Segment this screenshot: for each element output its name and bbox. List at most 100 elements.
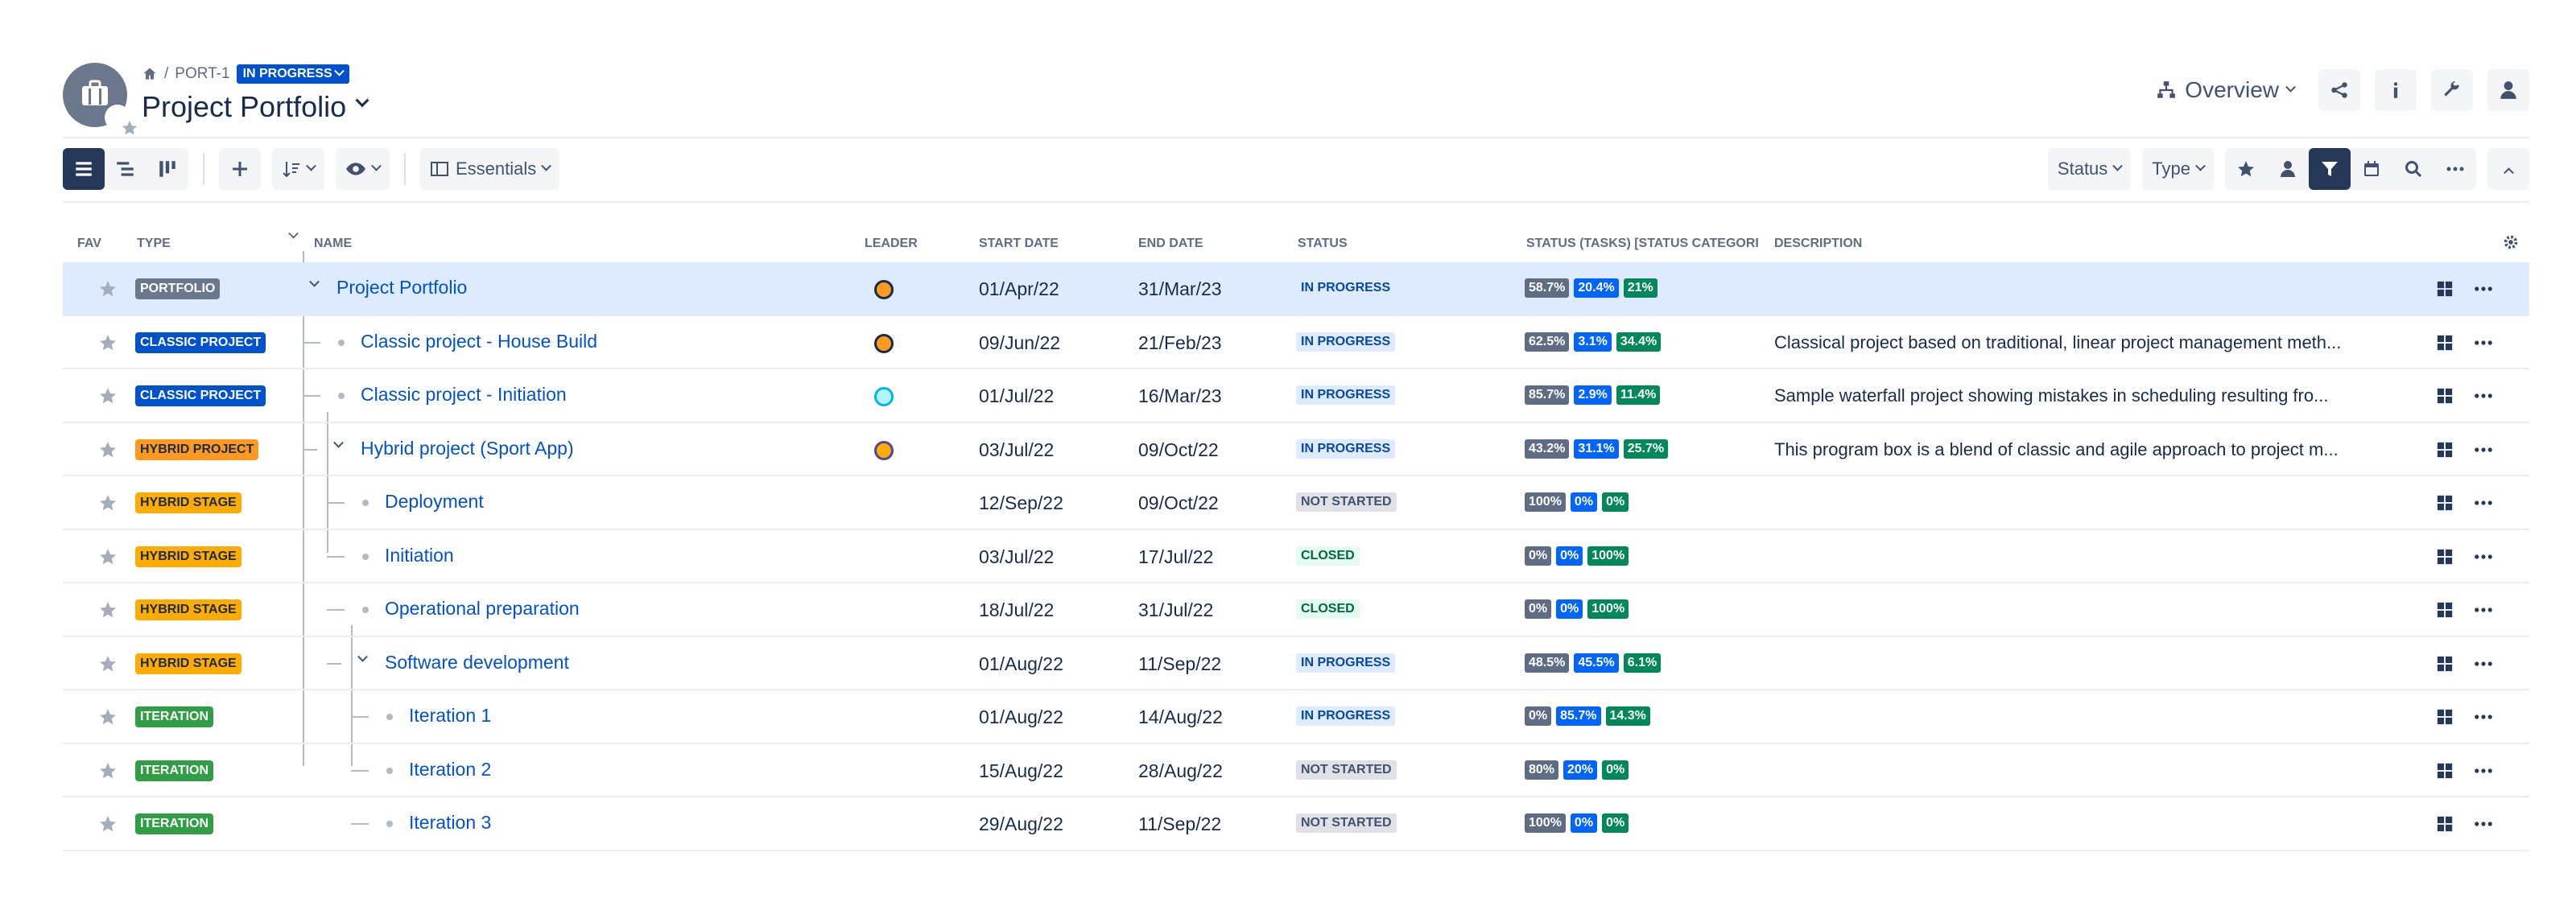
status-lozenge[interactable]: IN PROGRESS: [1296, 653, 1396, 673]
table-row[interactable]: HYBRID STAGE Software development 01/Aug/2…: [63, 637, 2529, 690]
item-name-link[interactable]: Iteration 2: [409, 759, 491, 780]
leader-avatar[interactable]: [874, 333, 894, 353]
item-name-link[interactable]: Iteration 3: [409, 812, 491, 834]
grid-view-icon[interactable]: [2436, 548, 2454, 570]
column-leader[interactable]: LEADER: [865, 237, 918, 251]
more-icon[interactable]: [2473, 762, 2494, 784]
item-name-link[interactable]: Classic project - House Build: [361, 331, 597, 352]
tree-view-button[interactable]: [105, 148, 147, 190]
status-lozenge[interactable]: NOT STARTED: [1296, 813, 1397, 833]
more-icon[interactable]: [2473, 548, 2494, 570]
table-row[interactable]: ITERATION Iteration 2 15/Aug/22 28/Aug/22 NO…: [63, 744, 2529, 797]
table-row[interactable]: HYBRID STAGE Operational preparation 18/Ju…: [63, 583, 2529, 637]
favorite-star-icon[interactable]: [98, 440, 118, 463]
user-button[interactable]: [2487, 69, 2529, 111]
status-lozenge[interactable]: IN PROGRESS: [1296, 332, 1396, 352]
table-row[interactable]: HYBRID STAGE Initiation 03/Jul/22 17/Jul/22…: [63, 530, 2529, 583]
grid-view-icon[interactable]: [2436, 280, 2454, 302]
status-filter[interactable]: Status: [2047, 148, 2132, 190]
more-icon[interactable]: [2473, 387, 2494, 409]
status-lozenge[interactable]: CLOSED: [1296, 599, 1360, 619]
column-description[interactable]: DESCRIPTION: [1774, 237, 1862, 251]
page-title[interactable]: Project Portfolio: [142, 90, 369, 124]
grid-view-icon[interactable]: [2436, 494, 2454, 516]
status-lozenge[interactable]: IN PROGRESS: [1296, 385, 1396, 405]
filter-button[interactable]: [2309, 148, 2351, 190]
favorite-star-icon[interactable]: [98, 386, 118, 410]
more-icon[interactable]: [2473, 708, 2494, 730]
column-fav[interactable]: FAV: [77, 237, 101, 251]
leader-avatar[interactable]: [874, 280, 894, 299]
expand-chevron-icon[interactable]: [333, 437, 344, 448]
grid-view-icon[interactable]: [2436, 655, 2454, 677]
status-lozenge[interactable]: IN PROGRESS: [1296, 278, 1396, 298]
leader-avatar[interactable]: [874, 440, 894, 460]
more-icon[interactable]: [2473, 655, 2494, 677]
item-name-link[interactable]: Initiation: [385, 545, 454, 566]
table-row[interactable]: CLASSIC PROJECT Classic project - House B…: [63, 316, 2529, 369]
column-end-date[interactable]: END DATE: [1138, 237, 1203, 251]
project-avatar[interactable]: [63, 63, 138, 135]
status-lozenge[interactable]: NOT STARTED: [1296, 760, 1397, 780]
grid-view-icon[interactable]: [2436, 601, 2454, 623]
table-row[interactable]: PORTFOLIO Project Portfolio 01/Apr/22 31/Ma…: [63, 262, 2529, 316]
item-name-link[interactable]: Hybrid project (Sport App): [361, 438, 574, 459]
star-icon[interactable]: [105, 105, 138, 135]
grid-view-icon[interactable]: [2436, 708, 2454, 730]
more-icon[interactable]: [2473, 334, 2494, 356]
grid-view-icon[interactable]: [2436, 762, 2454, 784]
more-options-button[interactable]: [2434, 148, 2476, 190]
my-items-filter-button[interactable]: [2267, 148, 2309, 190]
more-icon[interactable]: [2473, 601, 2494, 623]
status-badge[interactable]: IN PROGRESS: [236, 64, 349, 84]
favorite-star-icon[interactable]: [98, 493, 118, 517]
favorite-star-icon[interactable]: [98, 707, 118, 731]
column-name[interactable]: NAME: [314, 237, 352, 251]
more-icon[interactable]: [2473, 441, 2494, 463]
item-name-link[interactable]: Deployment: [385, 491, 484, 513]
type-filter[interactable]: Type: [2142, 148, 2214, 190]
item-name-link[interactable]: Software development: [385, 652, 569, 673]
status-lozenge[interactable]: IN PROGRESS: [1296, 439, 1396, 459]
more-icon[interactable]: [2473, 494, 2494, 516]
collapse-all-icon[interactable]: [288, 228, 299, 239]
column-status-tasks[interactable]: STATUS (TASKS) [STATUS CATEGORIES: [1526, 237, 1760, 251]
grid-view-icon[interactable]: [2436, 441, 2454, 463]
favorite-star-icon[interactable]: [98, 600, 118, 624]
favorite-star-icon[interactable]: [98, 814, 118, 838]
more-icon[interactable]: [2473, 280, 2494, 302]
status-lozenge[interactable]: CLOSED: [1296, 546, 1360, 566]
favorites-filter-button[interactable]: [2225, 148, 2267, 190]
status-lozenge[interactable]: IN PROGRESS: [1296, 706, 1396, 726]
item-name-link[interactable]: Operational preparation: [385, 598, 580, 620]
column-status[interactable]: STATUS: [1298, 237, 1348, 251]
table-row[interactable]: HYBRID PROJECT Hybrid project (Sport App)…: [63, 423, 2529, 476]
expand-chevron-icon[interactable]: [357, 651, 368, 662]
item-name-link[interactable]: Classic project - Initiation: [361, 384, 567, 406]
item-name-link[interactable]: Iteration 1: [409, 705, 491, 727]
collapse-toolbar-button[interactable]: [2487, 148, 2529, 190]
search-button[interactable]: [2392, 148, 2434, 190]
favorite-star-icon[interactable]: [98, 333, 118, 356]
grid-view-icon[interactable]: [2436, 815, 2454, 837]
board-view-button[interactable]: [147, 148, 188, 190]
favorite-star-icon[interactable]: [98, 547, 118, 570]
overview-button[interactable]: Overview: [2146, 69, 2304, 111]
info-button[interactable]: [2375, 69, 2417, 111]
grid-view-icon[interactable]: [2436, 387, 2454, 409]
column-start-date[interactable]: START DATE: [979, 237, 1059, 251]
table-row[interactable]: HYBRID STAGE Deployment 12/Sep/22 09/Oct/22…: [63, 476, 2529, 530]
add-button[interactable]: [219, 148, 261, 190]
column-settings-button[interactable]: [2502, 233, 2520, 255]
table-row[interactable]: ITERATION Iteration 1 01/Aug/22 14/Aug/22 IN…: [63, 690, 2529, 744]
favorite-star-icon[interactable]: [98, 279, 118, 303]
item-name-link[interactable]: Project Portfolio: [336, 277, 467, 299]
leader-avatar[interactable]: [874, 387, 894, 406]
favorite-star-icon[interactable]: [98, 654, 118, 677]
expand-chevron-icon[interactable]: [309, 276, 320, 287]
column-type[interactable]: TYPE: [137, 237, 171, 251]
status-lozenge[interactable]: NOT STARTED: [1296, 492, 1397, 512]
settings-button[interactable]: [2431, 69, 2473, 111]
more-icon[interactable]: [2473, 815, 2494, 837]
table-row[interactable]: CLASSIC PROJECT Classic project - Initiat…: [63, 369, 2529, 423]
